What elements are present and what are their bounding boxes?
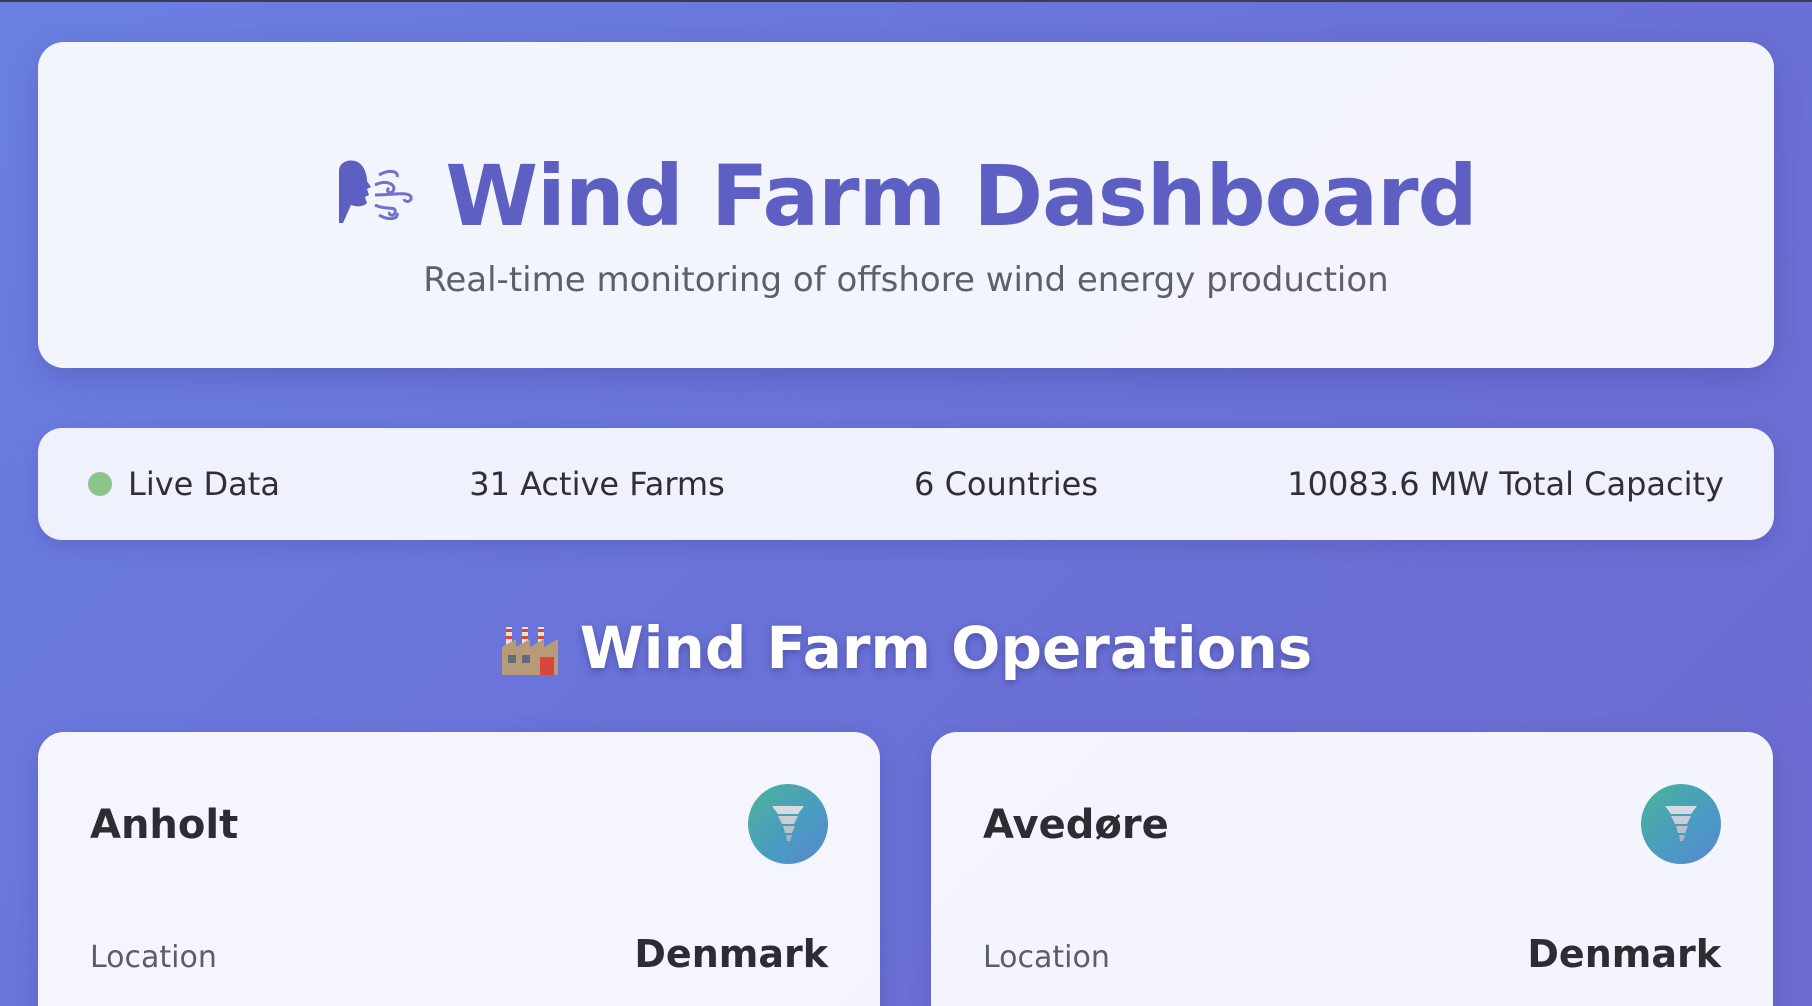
farm-location-row: Location Denmark (983, 932, 1721, 976)
farm-badge (1641, 784, 1721, 864)
live-indicator-dot (88, 472, 112, 496)
live-status: Live Data (88, 465, 280, 503)
header-card: Wind Farm Dashboard Real-time monitoring… (38, 42, 1774, 368)
section-title: Wind Farm Operations (579, 614, 1313, 682)
page-subtitle: Real-time monitoring of offshore wind en… (423, 260, 1389, 300)
page-title: Wind Farm Dashboard (445, 147, 1477, 245)
factory-icon (500, 617, 562, 679)
farm-card[interactable]: Avedøre Location Denmark (931, 732, 1773, 1006)
farm-location-value: Denmark (1527, 932, 1721, 976)
wind-face-icon (335, 155, 417, 237)
farm-location-label: Location (983, 940, 1110, 975)
farm-card[interactable]: Anholt Location Denmark (38, 732, 880, 1006)
farm-name: Anholt (90, 802, 239, 848)
farm-name: Avedøre (983, 802, 1169, 848)
live-status-label: Live Data (128, 465, 280, 503)
countries-stat: 6 Countries (914, 465, 1099, 503)
section-heading: Wind Farm Operations (0, 614, 1812, 682)
total-capacity-stat: 10083.6 MW Total Capacity (1287, 465, 1724, 503)
title-row: Wind Farm Dashboard (38, 154, 1774, 238)
farm-location-label: Location (90, 940, 217, 975)
active-farms-stat: 31 Active Farms (469, 465, 725, 503)
farm-badge (748, 784, 828, 864)
farm-location-value: Denmark (634, 932, 828, 976)
tornado-icon (768, 800, 808, 848)
farm-location-row: Location Denmark (90, 932, 828, 976)
status-bar: Live Data 31 Active Farms 6 Countries 10… (38, 428, 1774, 540)
tornado-icon (1661, 800, 1701, 848)
